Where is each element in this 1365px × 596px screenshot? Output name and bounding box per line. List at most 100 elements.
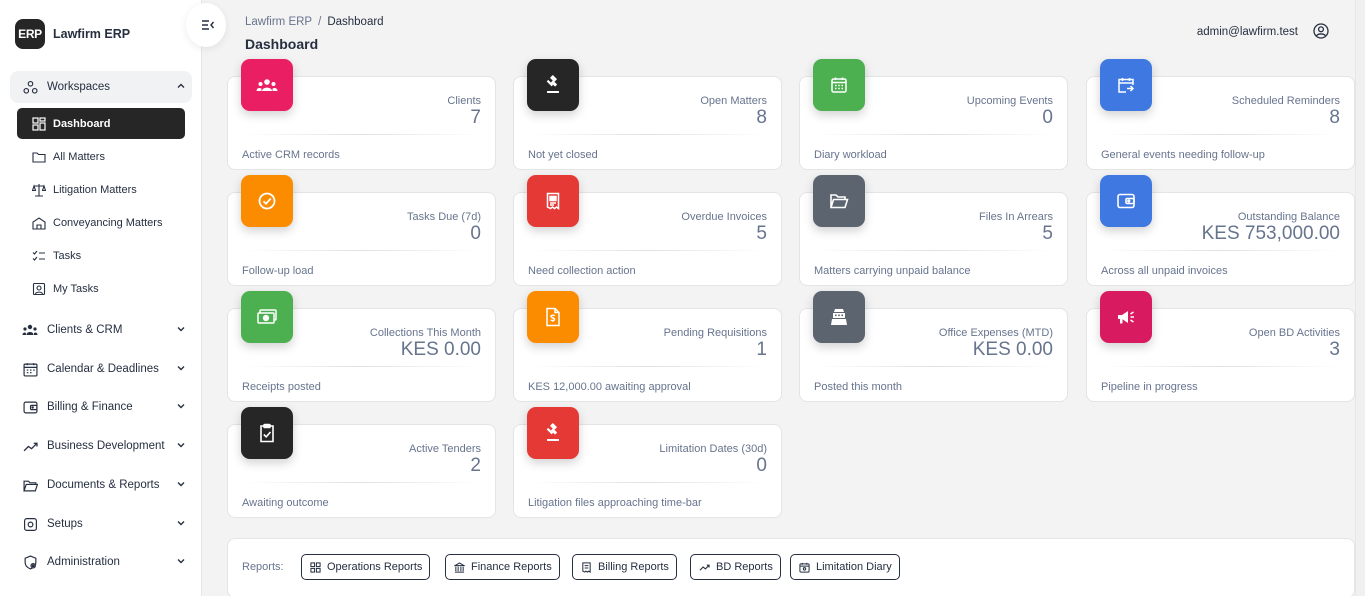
- brand[interactable]: ERP Lawfirm ERP: [15, 19, 130, 49]
- folder-open-icon: [813, 175, 865, 227]
- user-email[interactable]: admin@lawfirm.test: [1197, 26, 1298, 38]
- nav-group-administration[interactable]: Administration: [10, 546, 192, 578]
- stat-card[interactable]: Open BD Activities 3 Pipeline in progress: [1086, 291, 1355, 402]
- card-footnote: Matters carrying unpaid balance: [814, 265, 971, 277]
- stat-card[interactable]: Scheduled Reminders 8 General events needi…: [1086, 59, 1355, 170]
- breadcrumb-root[interactable]: Lawfirm ERP: [245, 16, 312, 28]
- check-circle-icon: [241, 175, 293, 227]
- folder-open-icon: [22, 477, 38, 493]
- collapse-menu-icon: [197, 19, 215, 31]
- stat-card[interactable]: Collections This Month KES 0.00 Receipts p…: [227, 291, 496, 402]
- dashboard-icon: [31, 116, 46, 131]
- divider: [242, 134, 481, 135]
- divider: [528, 134, 767, 135]
- stat-card[interactable]: Tasks Due (7d) 0 Follow-up load: [227, 175, 496, 286]
- divider: [814, 366, 1053, 367]
- finance-reports-button[interactable]: Finance Reports: [445, 554, 560, 580]
- nav-group-label: Setups: [47, 518, 83, 530]
- stat-card[interactable]: Active Tenders 2 Awaiting outcome: [227, 407, 496, 518]
- card-footnote: KES 12,000.00 awaiting approval: [528, 381, 691, 393]
- stat-card[interactable]: Files In Arrears 5 Matters carrying unpaid…: [799, 175, 1068, 286]
- nav-group-billing-finance[interactable]: Billing & Finance: [10, 391, 192, 423]
- scrollbar[interactable]: [1355, 0, 1365, 596]
- card-value: 2: [470, 455, 481, 476]
- register-icon: [813, 291, 865, 343]
- stat-card[interactable]: Clients 7 Active CRM records: [227, 59, 496, 170]
- card-value: 5: [756, 223, 767, 244]
- workspaces-icon: [22, 79, 38, 95]
- users-icon: [241, 59, 293, 111]
- nav-group-calendar-deadlines[interactable]: Calendar & Deadlines: [10, 353, 192, 385]
- report-button-label: Limitation Diary: [816, 561, 892, 573]
- clients-icon: [22, 322, 38, 338]
- sidebar-item-label: Conveyancing Matters: [53, 216, 163, 229]
- card-label: Limitation Dates (30d): [659, 443, 767, 455]
- sidebar-item-all-matters[interactable]: All Matters: [17, 141, 185, 172]
- stat-card[interactable]: Upcoming Events 0 Diary workload: [799, 59, 1068, 170]
- sidebar-item-litigation-matters[interactable]: Litigation Matters: [17, 174, 185, 205]
- stat-card[interactable]: Outstanding Balance KES 753,000.00 Across …: [1086, 175, 1355, 286]
- chevron-down-icon: [176, 556, 186, 569]
- calendar-icon: [22, 361, 38, 377]
- operations-reports-button[interactable]: Operations Reports: [301, 554, 431, 580]
- stat-card[interactable]: Limitation Dates (30d) 0 Litigation files …: [513, 407, 782, 518]
- calendar-icon: [813, 59, 865, 111]
- nav-group-label: Administration: [47, 556, 120, 568]
- card-footnote: Across all unpaid invoices: [1101, 265, 1228, 277]
- sidebar-toggle-button[interactable]: [186, 3, 226, 47]
- card-footnote: Posted this month: [814, 381, 903, 393]
- stat-card[interactable]: Pending Requisitions 1 KES 12,000.00 await…: [513, 291, 782, 402]
- stat-card[interactable]: Office Expenses (MTD) KES 0.00 Posted this…: [799, 291, 1068, 402]
- sidebar-item-dashboard[interactable]: Dashboard: [17, 108, 185, 139]
- brand-name: Lawfirm ERP: [53, 27, 131, 41]
- nav-group-documents-reports[interactable]: Documents & Reports: [10, 469, 192, 501]
- card-footnote: Active CRM records: [242, 149, 340, 161]
- report-button-label: Finance Reports: [471, 561, 552, 573]
- card-footnote: Receipts posted: [242, 381, 321, 393]
- gavel-icon: [527, 59, 579, 111]
- card-footnote: Follow-up load: [242, 265, 314, 277]
- sidebar-item-tasks[interactable]: Tasks: [17, 240, 185, 271]
- card-label: Pending Requisitions: [663, 327, 767, 339]
- card-label: Scheduled Reminders: [1231, 95, 1340, 107]
- folder-icon: [31, 149, 46, 164]
- nav-group-business-development[interactable]: Business Development: [10, 430, 192, 462]
- card-footnote: Not yet closed: [528, 149, 598, 161]
- sidebar-item-my-tasks[interactable]: My Tasks: [17, 273, 185, 304]
- nav-group-label: Calendar & Deadlines: [47, 363, 159, 375]
- bd-reports-button[interactable]: BD Reports: [690, 554, 781, 580]
- breadcrumb: Lawfirm ERP / Dashboard: [245, 16, 384, 28]
- limitation-diary-button[interactable]: Limitation Diary: [790, 554, 900, 580]
- user-circle-icon[interactable]: [1313, 23, 1329, 44]
- sidebar-item-label: Dashboard: [53, 117, 111, 130]
- reports-bar: Reports: Operations Reports Finance Repo…: [227, 538, 1355, 596]
- card-value: 3: [1329, 339, 1340, 360]
- settings-icon: [22, 516, 38, 532]
- nav-group-setups[interactable]: Setups: [10, 508, 192, 540]
- clipboard-check-icon: [241, 407, 293, 459]
- divider: [1101, 366, 1340, 367]
- sidebar-item-label: Tasks: [53, 249, 82, 262]
- card-label: Upcoming Events: [966, 95, 1053, 107]
- card-label: Clients: [447, 95, 481, 107]
- card-value: 0: [1042, 107, 1053, 128]
- cash-icon: [241, 291, 293, 343]
- card-label: Office Expenses (MTD): [938, 327, 1053, 339]
- report-button-label: Operations Reports: [327, 561, 423, 573]
- receipt-icon: [581, 561, 592, 573]
- scales-icon: [31, 182, 46, 197]
- chevron-down-icon: [176, 363, 186, 376]
- sidebar-item-label: Litigation Matters: [53, 183, 137, 196]
- card-label: Open Matters: [700, 95, 767, 107]
- card-value: 0: [470, 223, 481, 244]
- nav-group-workspaces[interactable]: Workspaces: [10, 71, 192, 103]
- stat-card[interactable]: Overdue Invoices 5 Need collection action: [513, 175, 782, 286]
- billing-reports-button[interactable]: Billing Reports: [572, 554, 677, 580]
- card-label: Outstanding Balance: [1237, 211, 1340, 223]
- stat-card[interactable]: Open Matters 8 Not yet closed: [513, 59, 782, 170]
- nav-group-clients-crm[interactable]: Clients & CRM: [10, 314, 192, 346]
- sidebar-item-conveyancing-matters[interactable]: Conveyancing Matters: [17, 207, 185, 238]
- card-value: KES 753,000.00: [1201, 223, 1340, 244]
- card-value: 8: [756, 107, 767, 128]
- divider: [814, 134, 1053, 135]
